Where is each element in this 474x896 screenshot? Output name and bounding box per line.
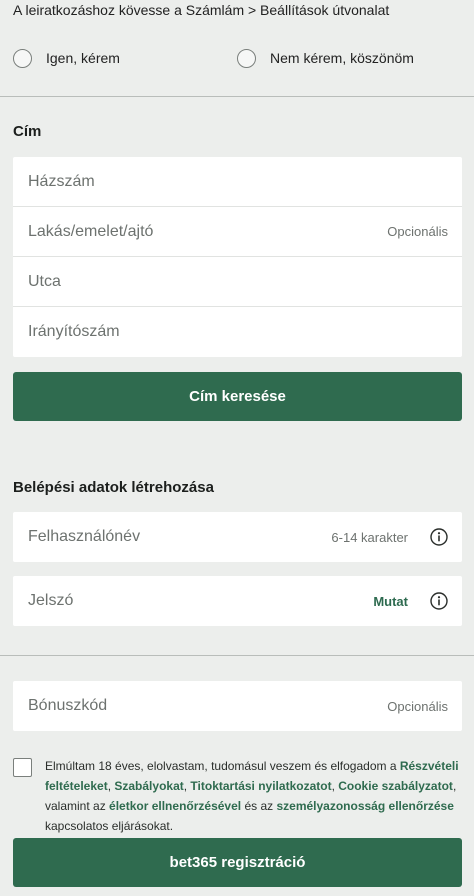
password-field[interactable]: Jelszó Mutat bbox=[13, 576, 462, 626]
rules-link[interactable]: Szabályokat bbox=[114, 779, 183, 793]
bonus-code-field[interactable]: Bónuszkód Opcionális bbox=[13, 681, 462, 731]
info-icon[interactable] bbox=[430, 592, 448, 610]
info-icon[interactable] bbox=[430, 528, 448, 546]
password-card: Jelszó Mutat bbox=[13, 576, 462, 626]
radio-label-yes: Igen, kérem bbox=[46, 50, 120, 66]
optional-hint: Opcionális bbox=[387, 224, 448, 239]
username-length-hint: 6-14 karakter bbox=[331, 529, 408, 545]
divider bbox=[0, 96, 474, 97]
street-field[interactable]: Utca bbox=[13, 257, 462, 307]
bonus-code-card: Bónuszkód Opcionális bbox=[13, 681, 462, 731]
radio-option-yes[interactable]: Igen, kérem bbox=[13, 46, 120, 70]
login-section-title: Belépési adatok létrehozása bbox=[13, 479, 214, 496]
password-label: Jelszó bbox=[28, 592, 74, 609]
radio-button-no[interactable] bbox=[237, 48, 256, 68]
divider bbox=[0, 655, 474, 656]
radio-button-yes[interactable] bbox=[13, 48, 32, 68]
terms-consent-text: Elmúltam 18 éves, elolvastam, tudomásul … bbox=[45, 756, 463, 836]
apartment-label: Lakás/emelet/ajtó bbox=[28, 222, 154, 240]
age-verification-link[interactable]: életkor ellnenőrzésével bbox=[109, 799, 241, 813]
house-number-label: Házszám bbox=[28, 172, 95, 190]
unsubscribe-instruction: A leiratkozáshoz kövesse a Számlám > Beá… bbox=[13, 2, 390, 18]
address-section-title: Cím bbox=[13, 123, 42, 140]
apartment-field[interactable]: Lakás/emelet/ajtó Opcionális bbox=[13, 207, 462, 257]
terms-checkbox[interactable] bbox=[13, 758, 32, 777]
cookie-policy-link[interactable]: Cookie szabályzatot bbox=[338, 779, 453, 793]
privacy-link[interactable]: Titoktartási nyilatkozatot bbox=[190, 779, 331, 793]
username-label: Felhasználónév bbox=[28, 528, 141, 545]
address-form-card: Házszám Lakás/emelet/ajtó Opcionális Utc… bbox=[13, 157, 462, 357]
optional-hint: Opcionális bbox=[387, 698, 448, 714]
house-number-field[interactable]: Házszám bbox=[13, 157, 462, 207]
show-password-toggle[interactable]: Mutat bbox=[373, 594, 408, 609]
register-button[interactable]: bet365 regisztráció bbox=[13, 838, 462, 887]
radio-label-no: Nem kérem, köszönöm bbox=[270, 50, 414, 66]
bonus-code-label: Bónuszkód bbox=[28, 697, 108, 714]
postcode-label: Irányítószám bbox=[28, 323, 120, 340]
identity-verification-link[interactable]: személyazonosság ellenőrzése bbox=[276, 799, 453, 813]
username-card: Felhasználónév 6-14 karakter bbox=[13, 512, 462, 562]
street-label: Utca bbox=[28, 272, 61, 290]
username-field[interactable]: Felhasználónév 6-14 karakter bbox=[13, 512, 462, 562]
consent-text: Elmúltam 18 éves, elolvastam, tudomásul … bbox=[45, 759, 400, 773]
postcode-field[interactable]: Irányítószám bbox=[13, 307, 462, 357]
radio-option-no[interactable]: Nem kérem, köszönöm bbox=[237, 46, 414, 70]
find-address-button[interactable]: Cím keresése bbox=[13, 372, 462, 421]
consent-text: és az bbox=[241, 799, 277, 813]
consent-text: kapcsolatos eljárásokat. bbox=[45, 819, 174, 833]
